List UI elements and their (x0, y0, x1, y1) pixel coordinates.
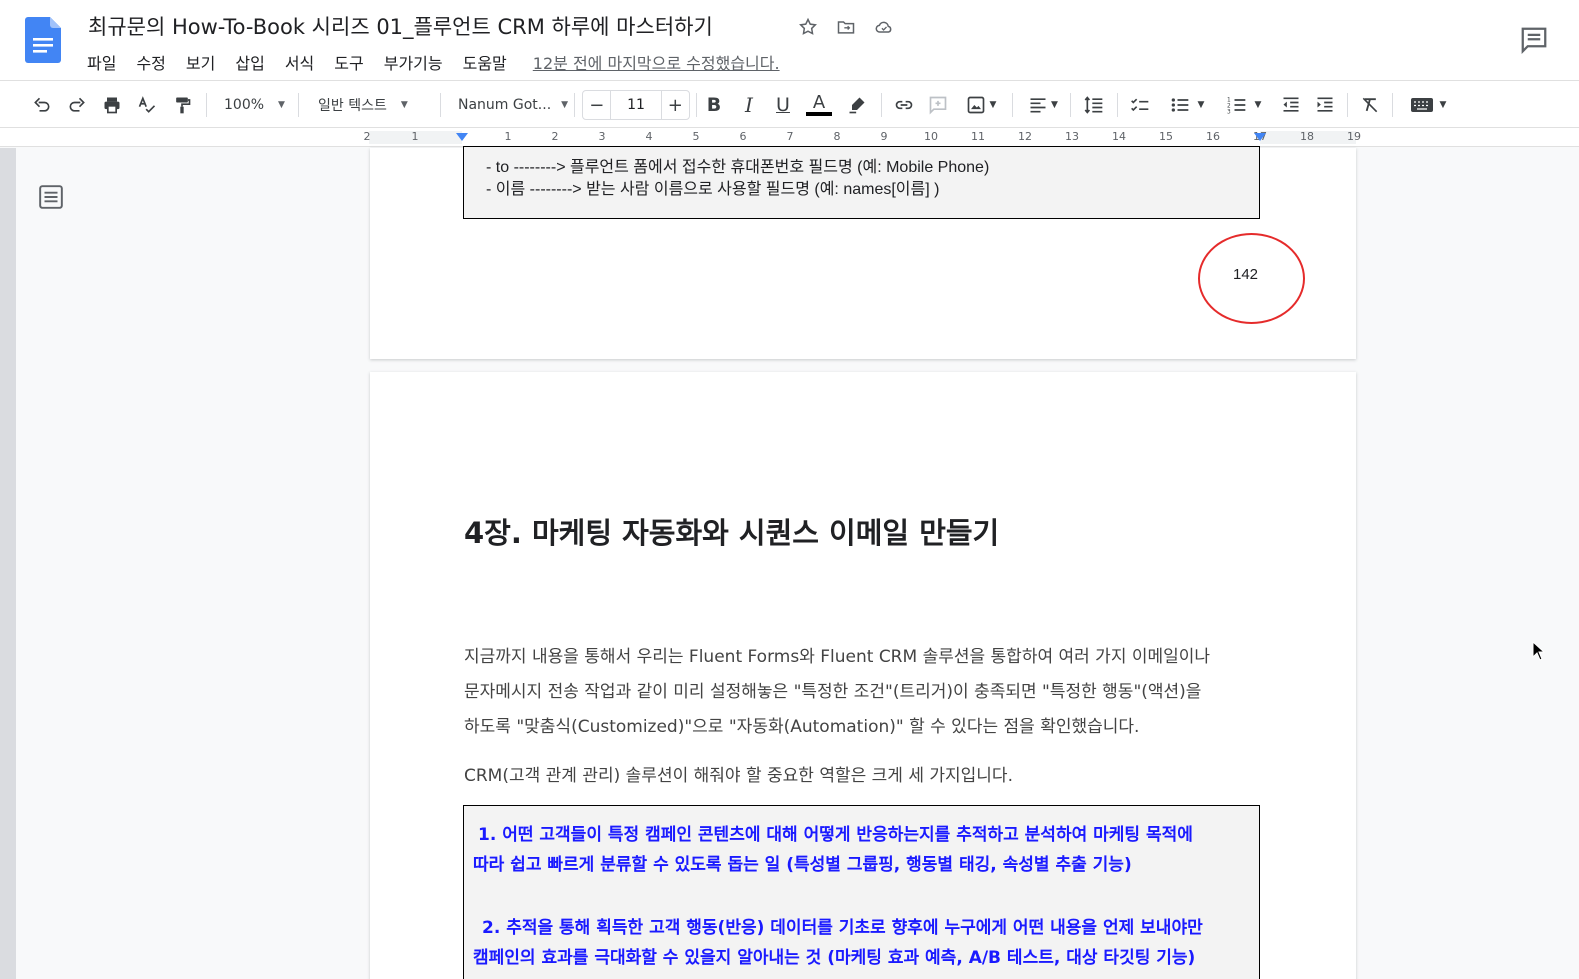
role-1-line: 따라 쉽고 빠르게 분류할 수 있도록 돕는 일 (특성별 그룹핑, 행동별 태… (473, 855, 1132, 875)
ruler-label: 5 (692, 130, 700, 143)
ruler-label: 11 (971, 130, 985, 143)
ruler-label: 1 (504, 130, 512, 143)
docs-logo-icon[interactable] (25, 17, 61, 63)
ruler-label: 9 (880, 130, 888, 143)
ruler-label: 1 (411, 130, 419, 143)
docs-header: 최규문의 How-To-Book 시리즈 01_플루언트 CRM 하루에 마스터… (0, 0, 1579, 80)
crm-roles-box: 1. 어떤 고객들이 특정 캠페인 콘텐츠에 대해 어떻게 반응하는지를 추적하… (463, 805, 1260, 979)
ruler-label: 6 (739, 130, 747, 143)
paragraph-line: 문자메시지 전송 작업과 같이 미리 설정해놓은 "특정한 조건"(트리거)이 … (464, 682, 1202, 702)
menu-tools[interactable]: 도구 (334, 50, 363, 74)
font-size-input[interactable]: 11 (610, 91, 662, 119)
ruler-label: 3 (598, 130, 606, 143)
left-rail (0, 148, 16, 979)
font-size-control: − 11 + (582, 90, 690, 120)
checklist-icon[interactable] (1128, 93, 1152, 117)
box-line-to: - to --------> 플루언트 폼에서 접수한 휴대폰번호 필드명 (예… (486, 159, 990, 176)
chevron-down-icon: ▼ (561, 100, 569, 110)
cloud-saved-icon[interactable] (872, 15, 896, 39)
increase-font-size-button[interactable]: + (662, 91, 689, 119)
bulleted-list-icon[interactable]: ▼ (1165, 93, 1209, 117)
undo-icon[interactable] (30, 93, 54, 117)
decrease-indent-icon[interactable] (1279, 93, 1303, 117)
spellcheck-icon[interactable] (135, 93, 159, 117)
link-icon[interactable] (891, 93, 917, 117)
paragraph-line: 하도록 "맞춤식(Customized)"으로 "자동화(Automation)… (464, 717, 1140, 737)
ruler-label: 18 (1300, 130, 1314, 143)
menu-help[interactable]: 도움말 (463, 50, 507, 74)
ruler-label: 2 (551, 130, 559, 143)
document-outline-icon[interactable] (38, 184, 64, 210)
insert-image-icon[interactable]: ▼ (961, 93, 1001, 117)
field-mapping-box: - to --------> 플루언트 폼에서 접수한 휴대폰번호 필드명 (예… (463, 146, 1260, 219)
ruler-label: 4 (645, 130, 653, 143)
style-value: 일반 텍스트 (318, 98, 387, 114)
role-1-line: 1. 어떤 고객들이 특정 캠페인 콘텐츠에 대해 어떻게 반응하는지를 추적하… (478, 825, 1193, 845)
ruler-label: 15 (1159, 130, 1173, 143)
line-spacing-icon[interactable] (1082, 93, 1106, 117)
left-indent-marker[interactable] (456, 133, 468, 141)
numbered-list-icon[interactable]: 1 2 3 ▼ (1222, 93, 1266, 117)
box-line-name: - 이름 --------> 받는 사람 이름으로 사용할 필드명 (예: na… (486, 181, 940, 198)
bold-icon[interactable]: B (703, 93, 725, 117)
menu-view[interactable]: 보기 (186, 50, 215, 74)
star-icon[interactable] (796, 15, 820, 39)
add-comment-icon[interactable] (926, 93, 950, 117)
ruler-label: 7 (786, 130, 794, 143)
chevron-down-icon: ▼ (278, 100, 285, 110)
right-indent-marker[interactable] (1254, 133, 1266, 141)
last-edit-link[interactable]: 12분 전에 마지막으로 수정했습니다. (533, 50, 780, 74)
document-title[interactable]: 최규문의 How-To-Book 시리즈 01_플루언트 CRM 하루에 마스터… (88, 11, 713, 41)
underline-icon[interactable]: U (772, 93, 794, 117)
page-number: 142 (1233, 266, 1259, 283)
menu-file[interactable]: 파일 (87, 50, 116, 74)
menu-insert[interactable]: 삽입 (235, 50, 264, 74)
zoom-value: 100% (224, 97, 265, 113)
svg-text:3: 3 (1227, 109, 1231, 115)
menu-edit[interactable]: 수정 (136, 50, 165, 74)
chevron-down-icon: ▼ (400, 100, 408, 110)
style-select[interactable]: 일반 텍스트 ▼ (318, 93, 408, 117)
ruler-label: 12 (1018, 130, 1032, 143)
comments-icon[interactable] (1519, 25, 1549, 55)
ruler-label: 19 (1347, 130, 1361, 143)
ruler-label: 13 (1065, 130, 1079, 143)
role-2-line: 캠페인의 효과를 극대화할 수 있을지 알아내는 것 (마케팅 효과 예측, A… (473, 948, 1196, 968)
font-select[interactable]: Nanum Got... ▼ (458, 93, 568, 117)
ruler-label: 8 (833, 130, 841, 143)
decrease-font-size-button[interactable]: − (583, 91, 610, 119)
clear-formatting-icon[interactable] (1358, 93, 1382, 117)
italic-icon[interactable]: I (738, 93, 760, 117)
align-icon[interactable]: ▼ (1024, 93, 1062, 117)
chapter-title: 4장. 마케팅 자동화와 시퀀스 이메일 만들기 (464, 516, 1000, 550)
ruler-label: 2 (363, 130, 371, 143)
move-folder-icon[interactable] (834, 15, 858, 39)
font-value: Nanum Got... (458, 97, 552, 113)
ruler-label: 16 (1206, 130, 1220, 143)
print-icon[interactable] (100, 93, 124, 117)
ruler-label: 10 (924, 130, 938, 143)
input-tools-icon[interactable]: ▼ (1405, 93, 1451, 117)
paragraph-crm-roles: CRM(고객 관계 관리) 솔루션이 해줘야 할 중요한 역할은 크게 세 가지… (464, 766, 1013, 786)
mouse-cursor-icon (1532, 641, 1546, 661)
paint-format-icon[interactable] (170, 93, 194, 117)
ruler[interactable]: 2 1 1 2 3 4 5 6 7 8 9 10 11 12 13 14 15 … (0, 128, 1579, 147)
menu-format[interactable]: 서식 (285, 50, 314, 74)
paragraph-line: 지금까지 내용을 통해서 우리는 Fluent Forms와 Fluent CR… (464, 647, 1211, 667)
zoom-select[interactable]: 100% ▼ (224, 93, 285, 117)
ruler-label: 14 (1112, 130, 1126, 143)
text-color-icon[interactable]: A (806, 93, 832, 117)
menu-bar: 파일 수정 보기 삽입 서식 도구 부가기능 도움말 12분 전에 마지막으로 … (87, 50, 780, 74)
menu-addons[interactable]: 부가기능 (384, 50, 443, 74)
role-2-line: 2. 추적을 통해 획득한 고객 행동(반응) 데이터를 기초로 향후에 누구에… (482, 918, 1203, 938)
toolbar: 100% ▼ 일반 텍스트 ▼ Nanum Got... ▼ − 11 + B I U… (0, 80, 1579, 128)
redo-icon[interactable] (65, 93, 89, 117)
increase-indent-icon[interactable] (1313, 93, 1337, 117)
highlight-icon[interactable] (845, 93, 869, 117)
